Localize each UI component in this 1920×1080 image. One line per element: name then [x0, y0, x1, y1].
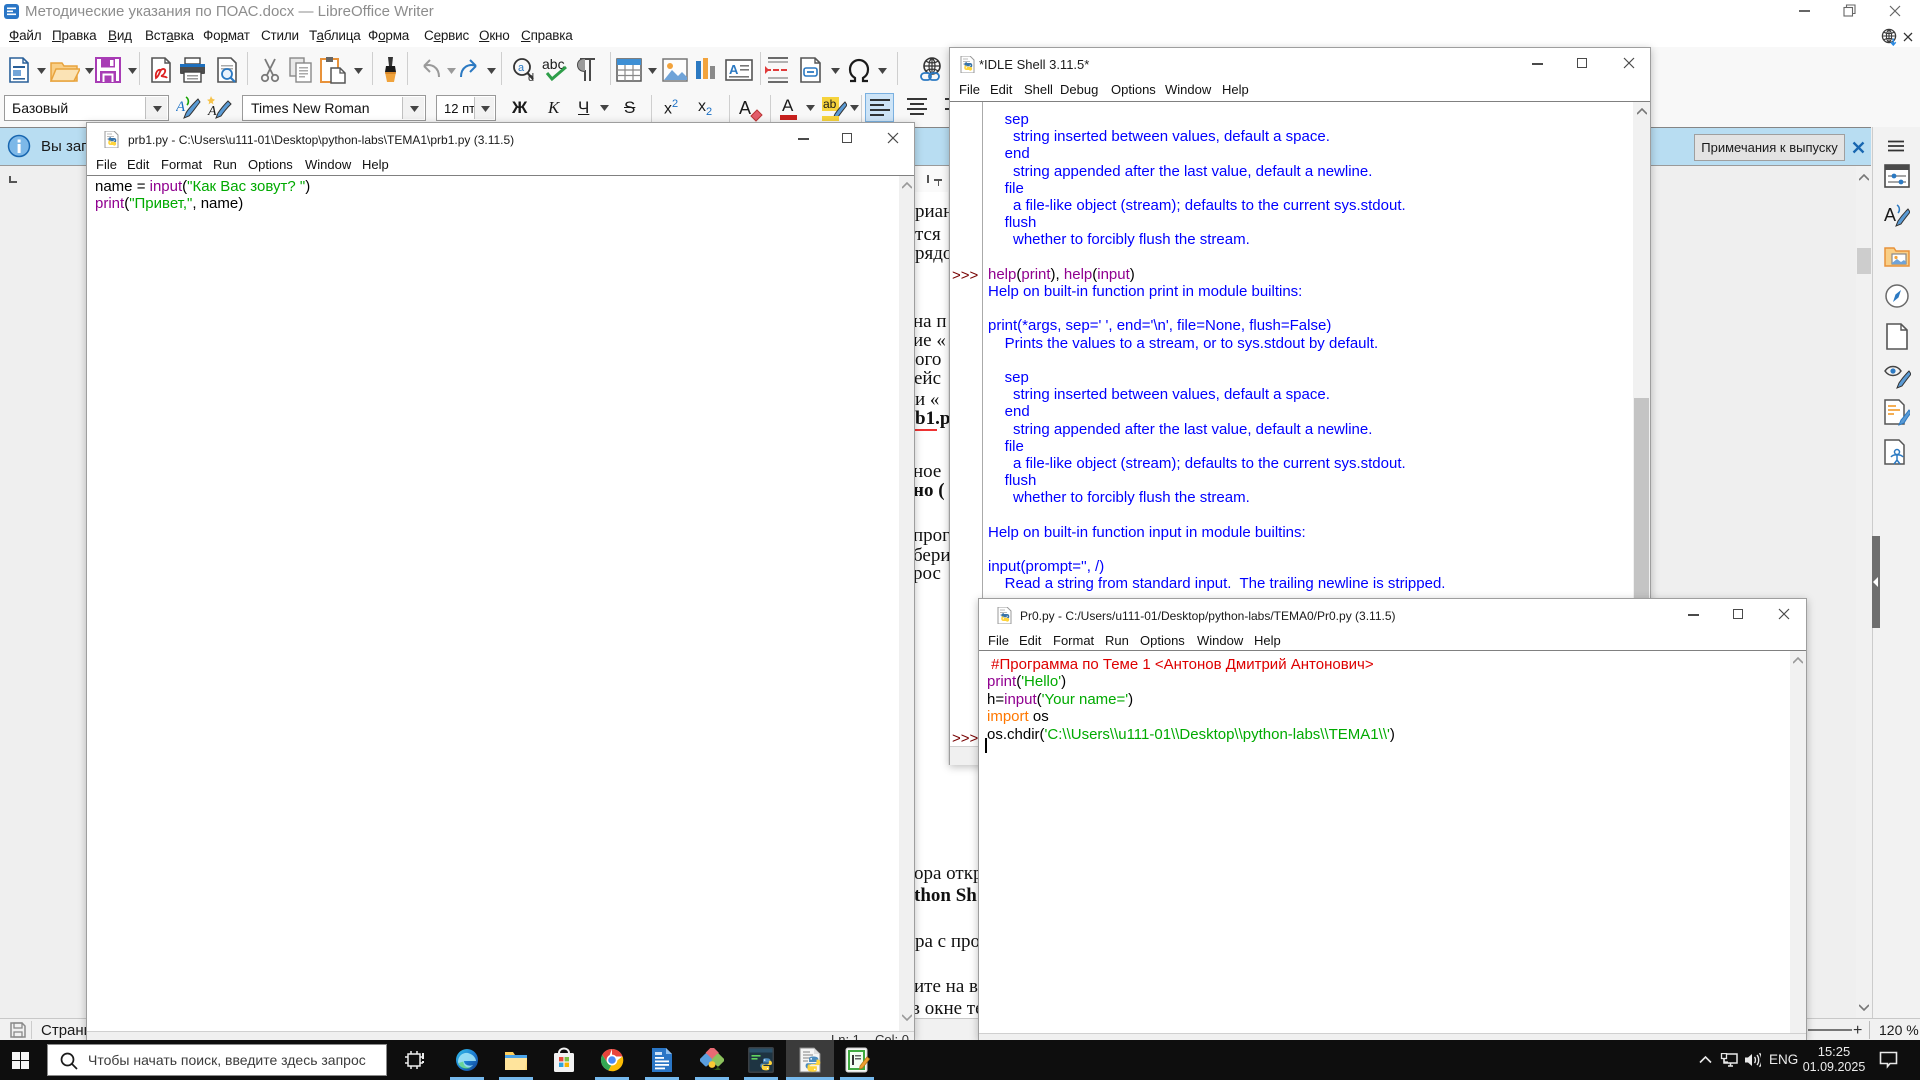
svg-text:A: A	[1884, 205, 1896, 225]
svg-text:A: A	[739, 98, 751, 118]
svg-text:a: a	[518, 62, 525, 74]
svg-text:d: d	[528, 72, 534, 83]
svg-text:ab: ab	[823, 97, 837, 111]
svg-text:A: A	[207, 104, 217, 119]
svg-text:A: A	[176, 99, 186, 115]
svg-text:A: A	[729, 62, 739, 77]
